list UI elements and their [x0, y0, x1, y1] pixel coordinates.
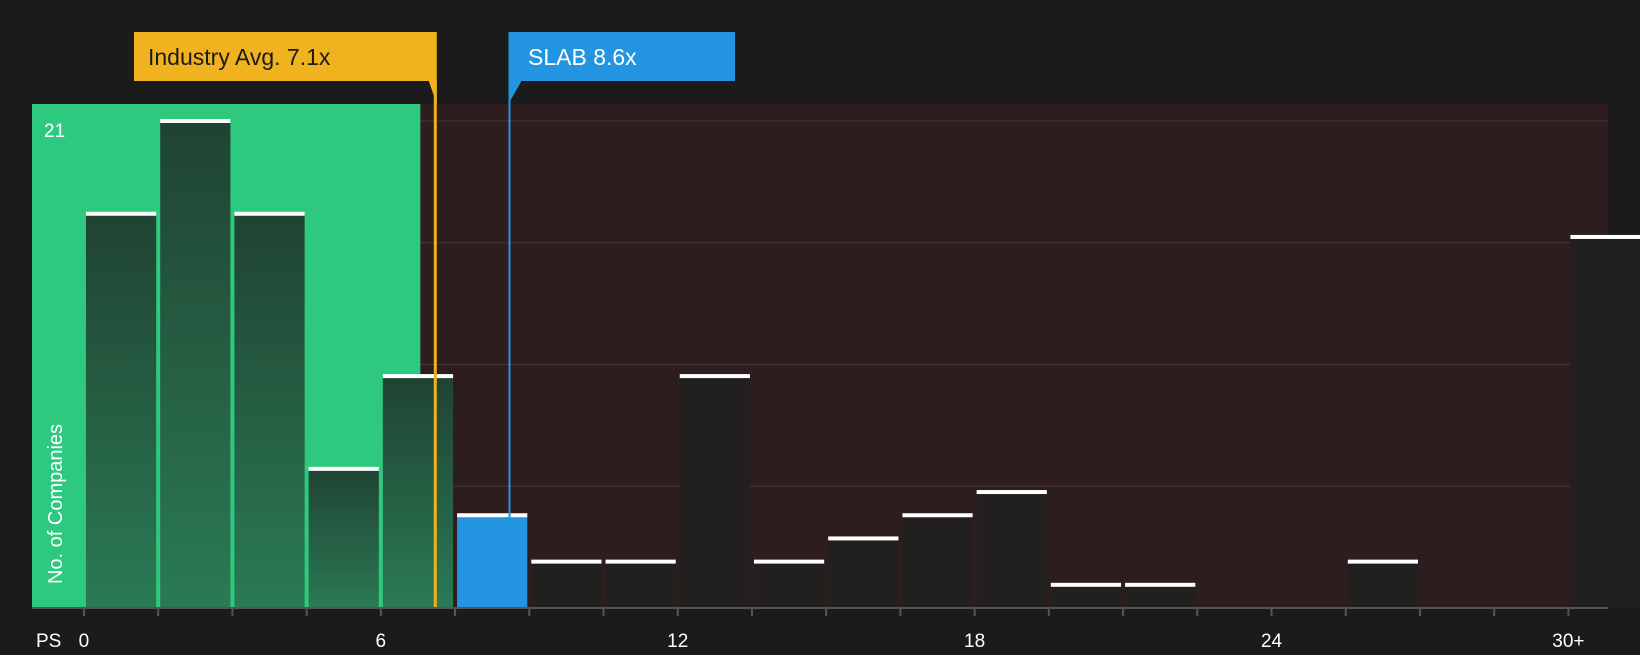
bar-cap [308, 466, 379, 471]
histogram-bar [1570, 236, 1640, 608]
bar-cap [234, 211, 305, 216]
x-axis: 0 6 12 18 24 30+ [32, 607, 1608, 652]
company-bar [457, 515, 528, 608]
bar-cap [976, 490, 1047, 495]
bar-cap [531, 559, 602, 564]
histogram-bar [1125, 584, 1196, 608]
bar-cap [828, 536, 899, 541]
bar-cap [160, 119, 231, 123]
histogram-bar [753, 561, 825, 608]
histogram-bar [1050, 584, 1122, 608]
bar-cap [605, 559, 676, 564]
x-tick-label: 24 [1261, 631, 1283, 650]
histogram-bar [976, 492, 1047, 608]
histogram-bar [85, 213, 157, 608]
bar-cap [902, 513, 973, 518]
x-axis-title: PS [36, 631, 61, 650]
bar-cap [457, 513, 528, 518]
x-tick-label: 6 [376, 631, 387, 650]
bar-cap [753, 559, 825, 564]
ps-distribution-chart: 0 6 12 18 24 30+ 21 No. of Companies PS Indus… [0, 0, 1640, 652]
callouts: Industry Avg. 7.1x SLAB 8.6x [134, 32, 735, 104]
bar-cap [382, 374, 454, 379]
y-axis-title: No. of Companies [45, 424, 67, 584]
x-tick-label: 0 [79, 631, 90, 650]
chart-canvas: 0 6 12 18 24 30+ 21 No. of Companies PS Indus… [32, 32, 1640, 652]
bar-cap [1570, 234, 1640, 239]
bar-cap [1050, 582, 1122, 587]
x-tick-label: 30+ [1552, 631, 1584, 650]
histogram-bar [234, 213, 305, 608]
histogram-bar [308, 468, 379, 608]
histogram-bar [679, 376, 750, 608]
company-label: SLAB 8.6x [528, 44, 637, 70]
x-tick-label: 18 [964, 631, 985, 650]
histogram-bar [1347, 561, 1418, 608]
histogram-bar [160, 121, 231, 608]
histogram-bar [605, 561, 676, 608]
histogram-bar [382, 376, 454, 608]
y-axis-max-label: 21 [44, 121, 65, 142]
industry-avg-label: Industry Avg. 7.1x [148, 44, 331, 70]
bar-cap [1347, 559, 1418, 564]
histogram-bar [828, 538, 899, 608]
bar-cap [1125, 582, 1196, 587]
histogram-bar [531, 561, 602, 608]
histogram-bar [902, 515, 973, 608]
x-tick-label: 12 [667, 631, 688, 650]
bar-cap [85, 211, 157, 216]
bar-cap [679, 374, 750, 379]
